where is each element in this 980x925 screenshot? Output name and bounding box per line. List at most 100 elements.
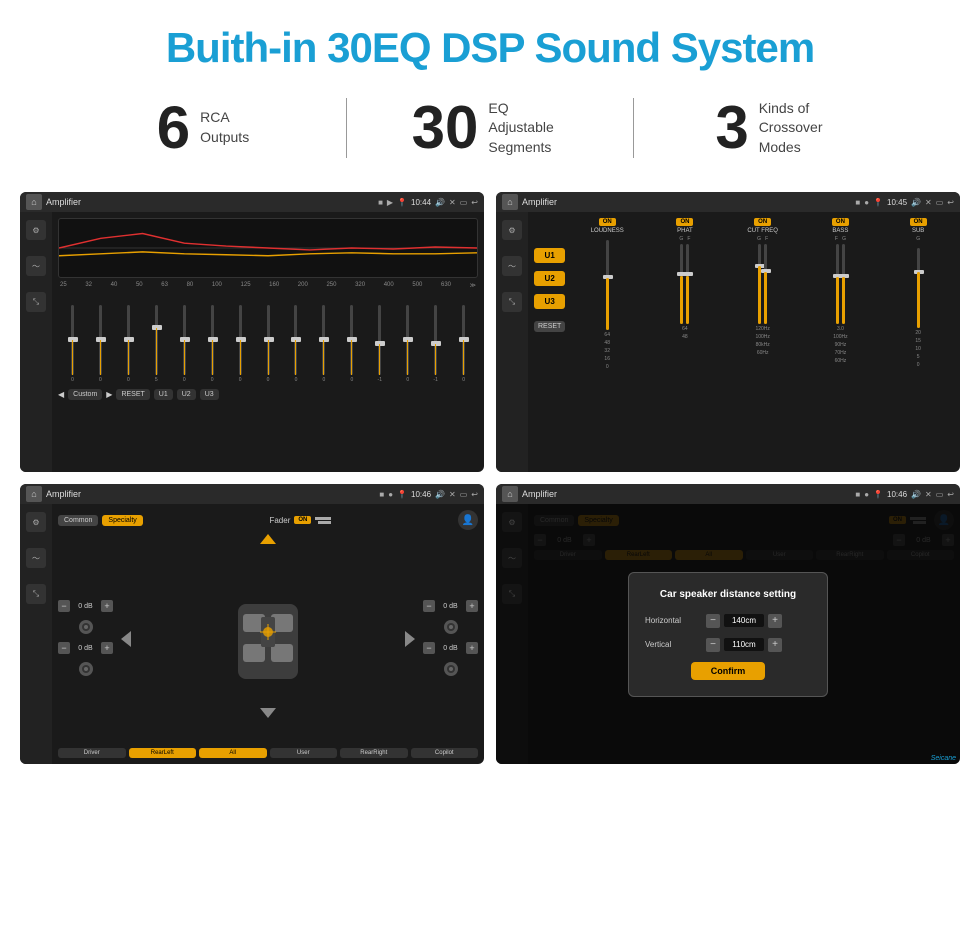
home-icon-4[interactable]: ⌂ bbox=[502, 486, 518, 502]
vertical-stepper[interactable]: − 110cm + bbox=[706, 638, 782, 652]
home-icon-3[interactable]: ⌂ bbox=[26, 486, 42, 502]
rect-icon-4: ▭ bbox=[936, 490, 944, 499]
up-arrow[interactable] bbox=[260, 534, 276, 544]
distance-dialog: Car speaker distance setting Horizontal … bbox=[628, 572, 828, 697]
eq-slider-12[interactable]: 0 bbox=[395, 305, 420, 383]
on-badge-phat[interactable]: ON bbox=[676, 218, 693, 226]
cutfreq-slider-g[interactable] bbox=[758, 244, 761, 324]
horizontal-label: Horizontal bbox=[645, 616, 700, 625]
horizontal-plus[interactable]: + bbox=[768, 614, 782, 628]
left-arrow[interactable] bbox=[121, 631, 131, 647]
amp-channel-columns: ON LOUDNESS 64 48 32 16 0 bbox=[571, 218, 954, 466]
horizontal-stepper[interactable]: − 140cm + bbox=[706, 614, 782, 628]
down-arrow[interactable] bbox=[260, 708, 276, 718]
vertical-plus[interactable]: + bbox=[768, 638, 782, 652]
btn-driver[interactable]: Driver bbox=[58, 748, 126, 758]
u2-btn[interactable]: U2 bbox=[177, 389, 196, 400]
eq-slider-1[interactable]: 0 bbox=[88, 305, 113, 383]
vol-icon-4: 🔊 bbox=[911, 490, 921, 499]
reset-btn-2[interactable]: RESET bbox=[534, 321, 565, 332]
db-val-tr: 0 dB bbox=[438, 603, 463, 610]
eq-slider-4[interactable]: 0 bbox=[172, 305, 197, 383]
col-label-cutfreq: CUT FREQ bbox=[747, 228, 778, 234]
record-icon-2: ■ bbox=[855, 198, 860, 207]
on-badge-bass[interactable]: ON bbox=[832, 218, 849, 226]
fader-on-badge[interactable]: ON bbox=[294, 516, 311, 524]
tab-common[interactable]: Common bbox=[58, 515, 98, 526]
sub-slider[interactable] bbox=[917, 248, 920, 328]
next-arrow[interactable]: ▶ bbox=[106, 390, 112, 399]
eq-slider-6[interactable]: 0 bbox=[228, 305, 253, 383]
eq-slider-3[interactable]: 5 bbox=[144, 305, 169, 383]
eq-icon-3[interactable]: ⤡ bbox=[26, 292, 46, 312]
confirm-button[interactable]: Confirm bbox=[691, 662, 766, 680]
eq-slider-9[interactable]: 0 bbox=[311, 305, 336, 383]
btn-rearleft[interactable]: RearLeft bbox=[129, 748, 197, 758]
phat-slider-g[interactable] bbox=[680, 244, 683, 324]
amp-icon-1[interactable]: ⚙ bbox=[502, 220, 522, 240]
eq-slider-13[interactable]: -1 bbox=[423, 305, 448, 383]
on-badge-loudness[interactable]: ON bbox=[599, 218, 616, 226]
stat-rca: 6 RCAOutputs bbox=[60, 98, 346, 158]
fader-icon-1[interactable]: ⚙ bbox=[26, 512, 46, 532]
eq-slider-5[interactable]: 0 bbox=[200, 305, 225, 383]
eq-slider-0[interactable]: 0 bbox=[60, 305, 85, 383]
reset-btn[interactable]: RESET bbox=[116, 389, 149, 400]
u1-btn[interactable]: U1 bbox=[154, 389, 173, 400]
loudness-val3: 32 bbox=[604, 348, 610, 354]
loudness-slider[interactable] bbox=[606, 240, 609, 330]
on-badge-cutfreq[interactable]: ON bbox=[754, 218, 771, 226]
btn-all[interactable]: All bbox=[199, 748, 267, 758]
home-icon-1[interactable]: ⌂ bbox=[26, 194, 42, 210]
on-badge-sub[interactable]: ON bbox=[910, 218, 927, 226]
bass-slider-g[interactable] bbox=[842, 244, 845, 324]
eq-slider-7[interactable]: 0 bbox=[256, 305, 281, 383]
amp-icon-2[interactable]: 〜 bbox=[502, 256, 522, 276]
speaker-icon-tr bbox=[423, 618, 478, 636]
tab-specialty[interactable]: Specialty bbox=[102, 515, 142, 526]
db-minus-bl[interactable]: − bbox=[58, 642, 70, 654]
bass-slider-f[interactable] bbox=[836, 244, 839, 324]
vertical-minus[interactable]: − bbox=[706, 638, 720, 652]
speaker-icon-bl bbox=[58, 660, 113, 678]
fader-icon-2[interactable]: 〜 bbox=[26, 548, 46, 568]
x-icon-4: ✕ bbox=[925, 490, 932, 499]
amp-icon-3[interactable]: ⤡ bbox=[502, 292, 522, 312]
cutfreq-slider-f[interactable] bbox=[764, 244, 767, 324]
car-svg bbox=[223, 584, 313, 694]
db-minus-tl[interactable]: − bbox=[58, 600, 70, 612]
right-arrow[interactable] bbox=[405, 631, 415, 647]
preset-u3[interactable]: U3 bbox=[534, 294, 565, 309]
custom-btn[interactable]: Custom bbox=[68, 389, 102, 400]
rect-icon-3: ▭ bbox=[460, 490, 468, 499]
preset-u2[interactable]: U2 bbox=[534, 271, 565, 286]
db-plus-bl[interactable]: + bbox=[101, 642, 113, 654]
eq-slider-10[interactable]: 0 bbox=[339, 305, 364, 383]
eq-slider-11[interactable]: -1 bbox=[367, 305, 392, 383]
db-plus-br[interactable]: + bbox=[466, 642, 478, 654]
phat-val: 64 bbox=[682, 326, 688, 332]
eq-slider-14[interactable]: 0 bbox=[451, 305, 476, 383]
btn-rearright[interactable]: RearRight bbox=[340, 748, 408, 758]
fader-icon-3[interactable]: ⤡ bbox=[26, 584, 46, 604]
btn-copilot[interactable]: Copilot bbox=[411, 748, 479, 758]
db-plus-tl[interactable]: + bbox=[101, 600, 113, 612]
btn-user[interactable]: User bbox=[270, 748, 338, 758]
db-minus-tr[interactable]: − bbox=[423, 600, 435, 612]
u3-btn[interactable]: U3 bbox=[200, 389, 219, 400]
db-plus-tr[interactable]: + bbox=[466, 600, 478, 612]
horizontal-minus[interactable]: − bbox=[706, 614, 720, 628]
eq-icon-1[interactable]: ⚙ bbox=[26, 220, 46, 240]
amp-col-loudness: ON LOUDNESS 64 48 32 16 0 bbox=[571, 218, 643, 370]
prev-arrow[interactable]: ◀ bbox=[58, 390, 64, 399]
eq-sliders: 0 0 0 5 0 0 0 0 0 0 0 -1 0 -1 0 bbox=[58, 293, 478, 383]
eq-slider-2[interactable]: 0 bbox=[116, 305, 141, 383]
home-icon-2[interactable]: ⌂ bbox=[502, 194, 518, 210]
phat-slider-f[interactable] bbox=[686, 244, 689, 324]
preset-u1[interactable]: U1 bbox=[534, 248, 565, 263]
eq-slider-8[interactable]: 0 bbox=[284, 305, 309, 383]
eq-icon-2[interactable]: 〜 bbox=[26, 256, 46, 276]
db-minus-br[interactable]: − bbox=[423, 642, 435, 654]
screen-eq: ⌂ Amplifier ■ ▶ 📍 10:44 🔊 ✕ ▭ ↩ ⚙ 〜 ⤡ bbox=[20, 192, 484, 472]
user-icon-3[interactable]: 👤 bbox=[458, 510, 478, 530]
